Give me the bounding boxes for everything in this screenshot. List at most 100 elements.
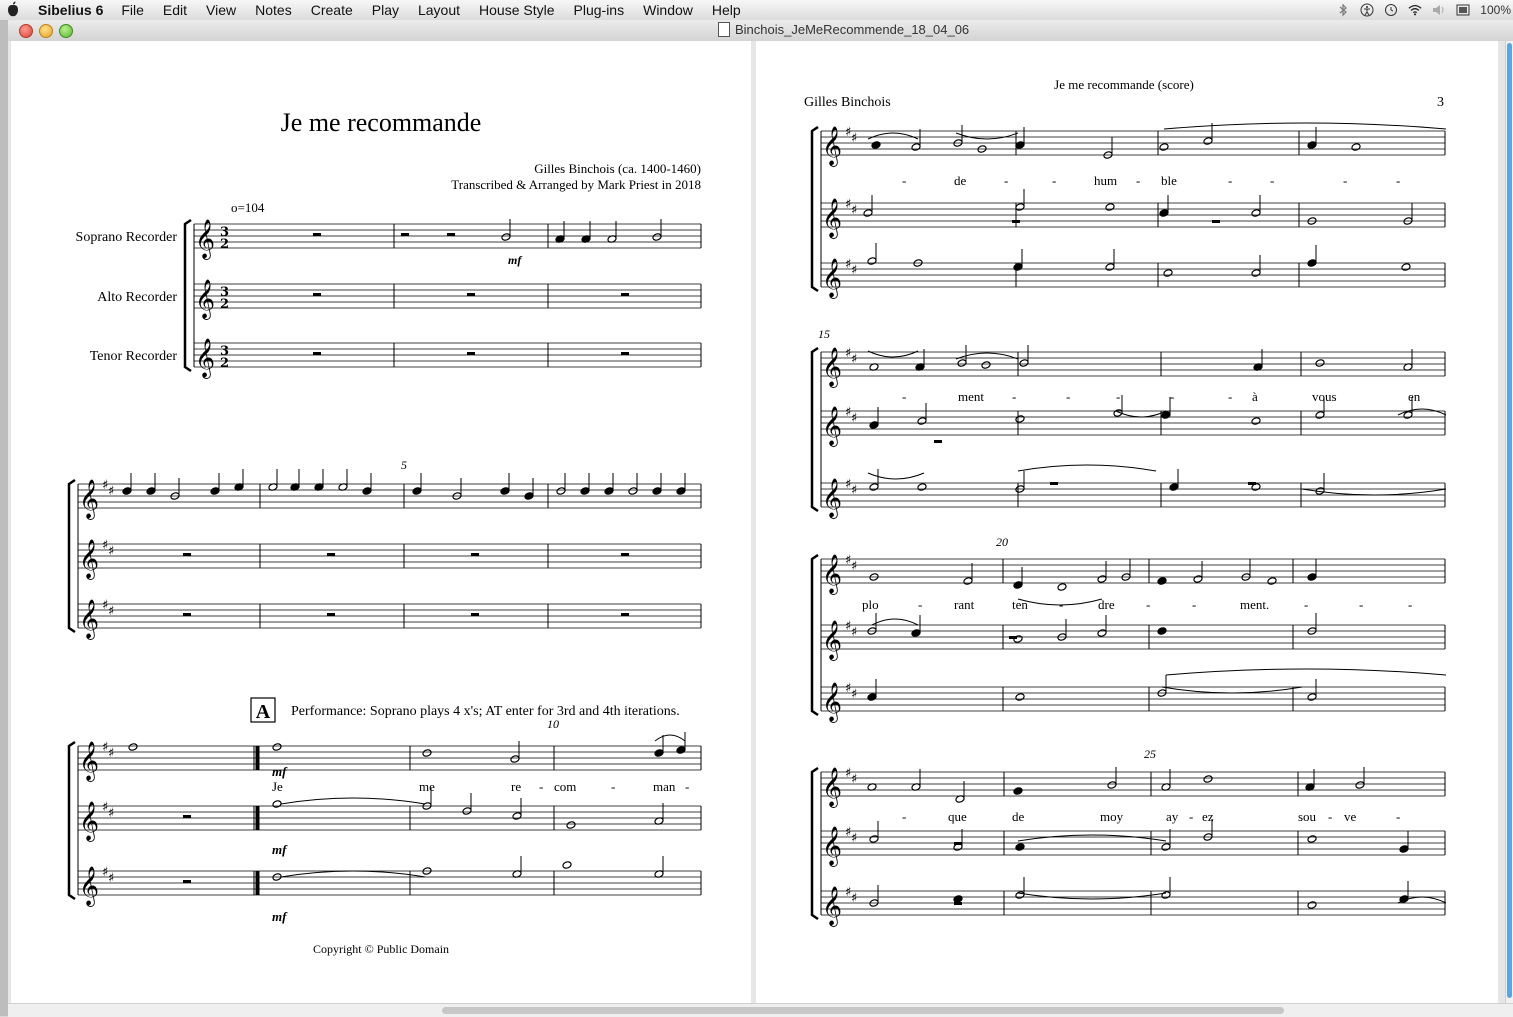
document-icon[interactable] [718,22,730,37]
menu-layout[interactable]: Layout [418,2,460,18]
composer-credit: Gilles Binchois (ca. 1400-1460) [534,161,701,176]
rest [313,352,321,355]
note-head [1159,143,1169,151]
menu-edit[interactable]: Edit [163,2,187,18]
note-head [953,895,963,903]
note-head [500,487,510,495]
note-head [917,417,927,425]
note-head [652,233,662,241]
rest [621,352,629,355]
note-head [1351,143,1361,151]
menu-view[interactable]: View [206,2,236,18]
lyric-syllable: - [1192,597,1196,612]
key-signature-sharp: ♯ [108,484,114,499]
battery-status[interactable]: 100% [1480,3,1511,17]
menu-file[interactable]: File [121,2,144,18]
score-workspace[interactable]: Je me recommande Gilles Binchois (ca. 14… [8,41,1513,1003]
bluetooth-icon[interactable] [1336,3,1350,17]
lyric-syllable: rant [954,597,975,612]
volume-icon[interactable] [1432,3,1446,17]
slur [1163,122,1447,130]
menu-notes[interactable]: Notes [255,2,292,18]
note-head [1157,627,1167,635]
horizontal-scroll-thumb[interactable] [442,1007,1284,1014]
rest [1009,636,1017,639]
apple-menu-icon[interactable] [6,1,20,17]
input-menu-icon[interactable] [1456,3,1470,17]
note-head [1015,693,1025,701]
performance-note: Performance: Soprano plays 4 x's; AT ent… [291,704,680,719]
accessibility-icon[interactable] [1360,3,1374,17]
note-head [1163,269,1173,277]
lyric-syllable: - [1146,597,1150,612]
note-head [1251,269,1261,277]
window-title-bar[interactable]: Binchois_JeMeRecommende_18_04_06 [8,20,1513,42]
score-page-1-canvas[interactable]: Je me recommande Gilles Binchois (ca. 14… [11,41,751,1003]
vertical-scrollbar[interactable] [1505,41,1513,1003]
lyric-syllable: - [918,597,922,612]
treble-clef: 𝄞 [822,126,842,167]
note-head [957,359,967,367]
time-machine-icon[interactable] [1384,3,1398,17]
bar-number-10: 10 [547,717,559,731]
score-page-1[interactable]: Je me recommande Gilles Binchois (ca. 14… [11,41,751,1003]
lyric-syllable: - [1189,809,1193,824]
menu-house-style[interactable]: House Style [479,2,554,18]
rest [313,293,321,296]
note-head [272,743,282,751]
treble-clef: 𝄞 [822,554,842,595]
note-head [1057,583,1067,591]
note-head [628,487,638,495]
treble-clef: 𝄞 [822,478,842,519]
treble-clef: 𝄞 [195,219,215,260]
window-title: Binchois_JeMeRecommende_18_04_06 [735,22,970,37]
menu-play[interactable]: Play [372,2,399,18]
treble-clef: 𝄞 [195,338,215,379]
rest [183,880,191,883]
key-signature-sharp: ♯ [108,544,114,559]
menu-help[interactable]: Help [712,2,741,18]
menu-window[interactable]: Window [643,2,693,18]
lyric-syllable: - [1343,173,1347,188]
system-bracket [67,740,76,901]
note-head [146,487,156,495]
score-page-3[interactable]: Je me recommande (score) Gilles Binchois… [756,41,1498,1003]
lyric-syllable: hum [1094,173,1117,188]
slur [280,797,426,805]
lyric-syllable: - [1004,173,1008,188]
vertical-scroll-thumb[interactable] [1507,43,1512,998]
note-head [869,483,879,491]
key-signature-sharp: ♯ [851,263,857,278]
slur [867,472,925,480]
instrument-name-alto: Alto Recorder [97,290,177,305]
note-head [867,257,877,265]
app-menu[interactable]: Sibelius 6 [38,2,103,18]
time-signature-bottom: 2 [220,356,229,371]
rest [621,613,629,616]
horizontal-scrollbar[interactable] [8,1003,1513,1017]
notation-layer[interactable]: 𝄞 ♯ ♯𝄞 ♯ ♯𝄞 ♯ ♯𝄞 ♯ ♯𝄞 ♯ ♯𝄞 ♯ ♯𝄞 ♯ ♯𝄞 ♯ ♯𝄞 ♯ ♯𝄞 ♯ ♯𝄞 ♯ ♯𝄞 ♯ ♯ [810,122,1447,927]
menu-create[interactable]: Create [311,2,353,18]
lyric-syllable: - [1396,809,1400,824]
note-head [869,835,879,843]
slur [955,132,1019,140]
treble-clef: 𝄞 [822,347,842,388]
score-page-3-canvas[interactable]: Je me recommande (score) Gilles Binchois… [756,41,1498,1003]
lyric-syllable: - [1052,173,1056,188]
close-button[interactable] [19,24,33,38]
menu-plug-ins[interactable]: Plug-ins [574,2,625,18]
notation-layer[interactable]: 𝄞 32𝄞 32𝄞 32𝄞 ♯ ♯𝄞 ♯ ♯𝄞 ♯ ♯𝄞 ♯ ♯𝄞 ♯ ♯𝄞 ♯ ♯ [67,218,702,907]
note-head [604,487,614,495]
rest [1050,482,1058,485]
note-head [122,487,132,495]
note-head [652,487,662,495]
lyric-syllable: - [1328,809,1332,824]
zoom-button[interactable] [59,24,73,38]
lyric-syllable: - [685,779,689,794]
minimize-button[interactable] [39,24,53,38]
note-head [510,755,520,763]
key-signature-sharp: ♯ [851,625,857,640]
bar-number-20: 20 [996,535,1008,549]
wifi-icon[interactable] [1408,3,1422,17]
note-head [981,361,991,369]
